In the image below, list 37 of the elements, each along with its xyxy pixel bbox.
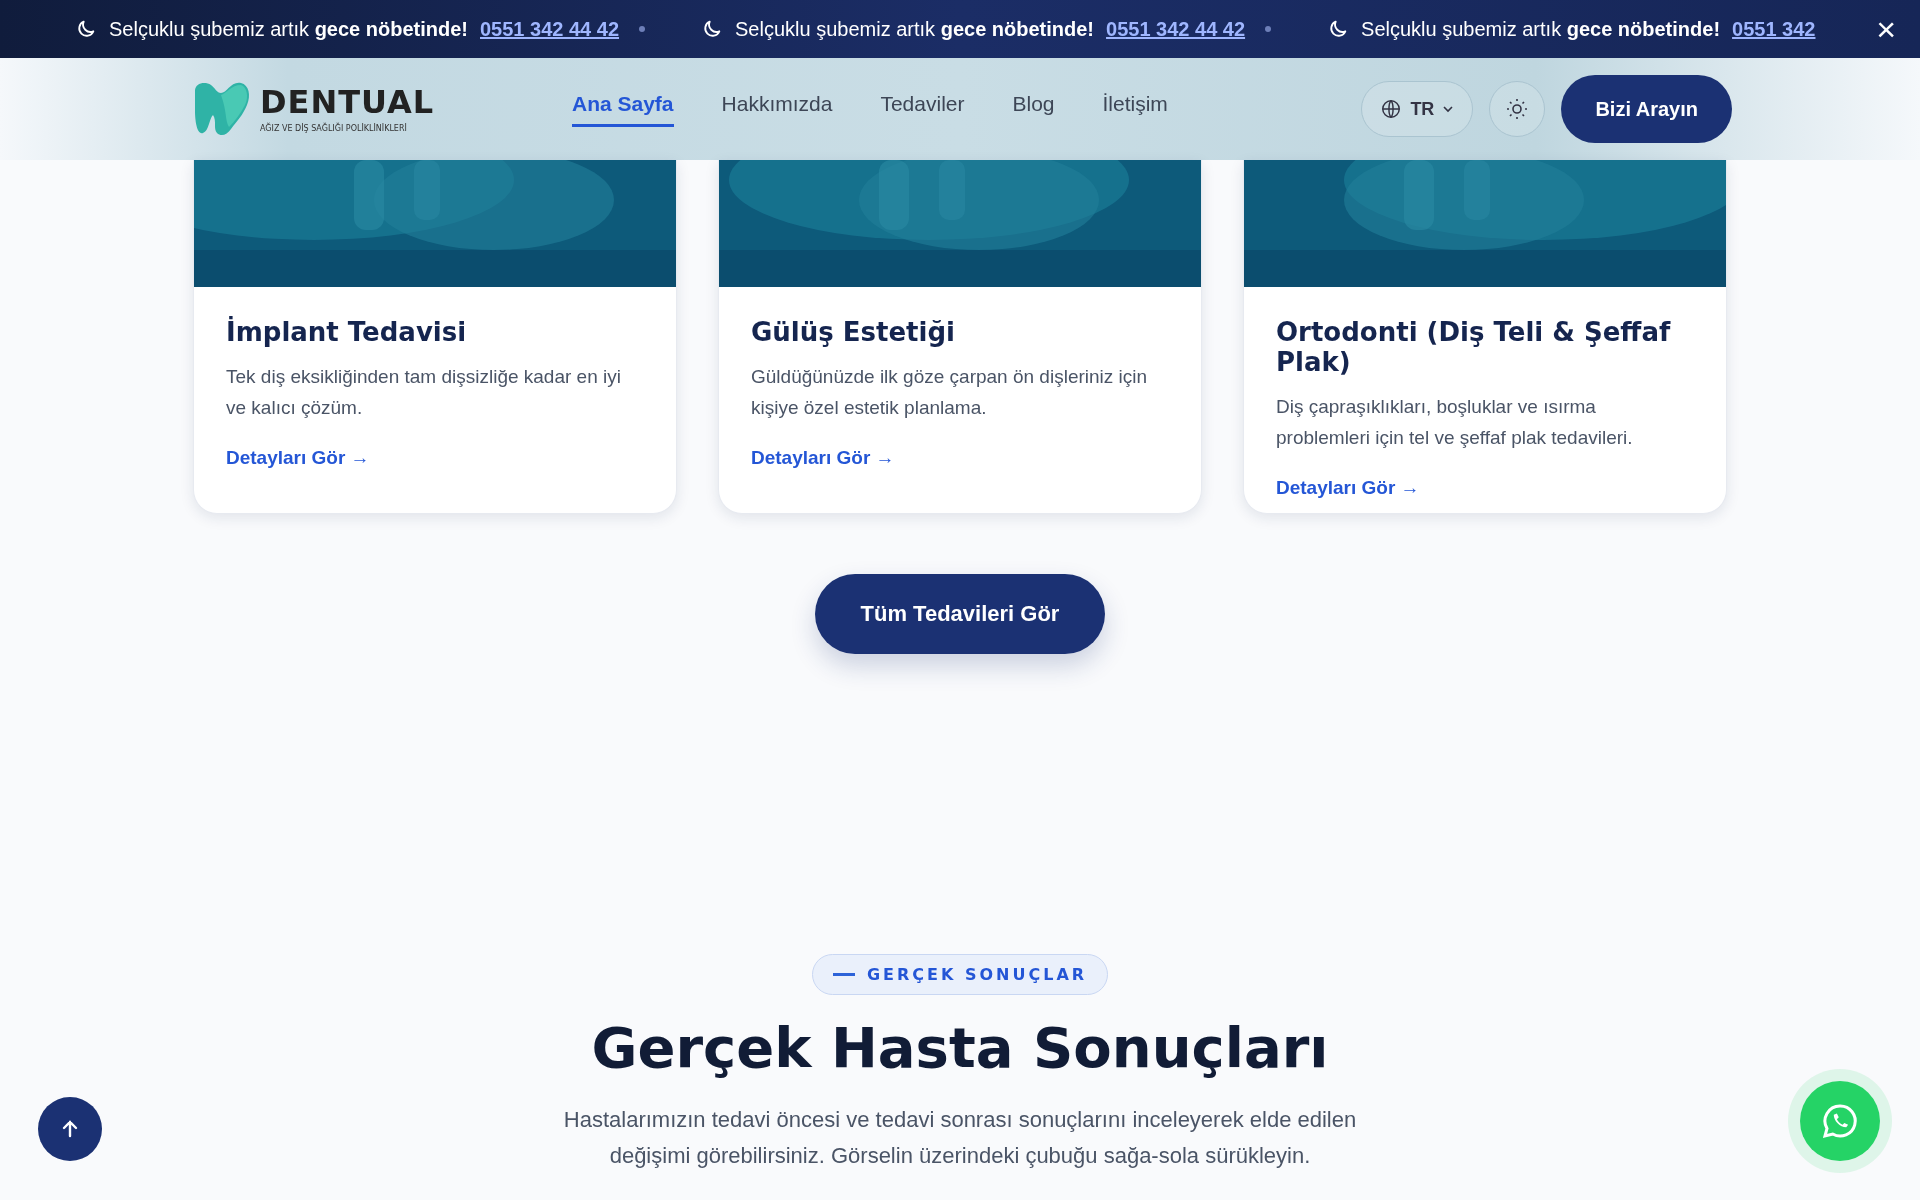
moon-icon — [75, 18, 97, 40]
section-title: Gerçek Hasta Sonuçları — [591, 1015, 1329, 1080]
nav-link[interactable]: Tedaviler — [880, 91, 965, 127]
card-description: Tek diş eksikliğinden tam dişsizliğe kadar en iyi ve kalıcı çözüm. — [226, 365, 622, 420]
card-title: İmplant Tedavisi — [226, 317, 468, 347]
announcement-text: Selçuklu şubemiz artık gece nöbetinde! — [1361, 17, 1721, 41]
separator-dot-icon — [639, 26, 646, 32]
nav-link[interactable]: İletişim — [1102, 91, 1168, 127]
globe-icon — [1380, 98, 1403, 120]
phone-link[interactable]: 0551 342 — [1732, 17, 1816, 41]
card-title: Gülüş Estetiği — [751, 317, 956, 347]
separator-dot-icon — [1265, 26, 1272, 32]
details-link[interactable]: Detayları Gör → — [751, 447, 895, 468]
phone-link[interactable]: 0551 342 44 42 — [480, 17, 620, 41]
logo-wordmark: DENTUAL — [260, 85, 435, 118]
chevron-down-icon — [1442, 103, 1455, 115]
card-description: Diş çapraşıklıkları, boşluklar ve ısırma problemleri için tel ve şeffaf plak tedavileri. — [1276, 395, 1634, 450]
sun-icon — [1505, 97, 1530, 121]
call-button[interactable]: Bizi Arayın — [1561, 75, 1732, 143]
card-description: Güldüğünüzde ilk göze çarpan ön dişleriniz için kişiye özel estetik planlama. — [751, 365, 1149, 420]
nav-link[interactable]: Ana Sayfa — [572, 91, 674, 127]
details-link[interactable]: Detayları Gör → — [226, 447, 370, 468]
all-treatments-button[interactable]: Tüm Tedavileri Gör — [814, 574, 1106, 654]
announcement-text: Selçuklu şubemiz artık gece nöbetinde! — [109, 17, 468, 41]
phone-link[interactable]: 0551 342 44 42 — [1106, 17, 1246, 41]
nav-link[interactable]: Hakkımızda — [721, 91, 833, 127]
dash-icon — [832, 973, 855, 976]
card-title: Ortodonti (Diş Teli & Şeffaf Plak) — [1276, 317, 1672, 377]
whatsapp-button[interactable] — [1800, 1081, 1880, 1161]
section-badge: GERÇEK SONUÇLAR — [811, 954, 1109, 995]
language-selector[interactable]: TR — [1361, 81, 1474, 137]
details-link[interactable]: Detayları Gör → — [1276, 477, 1420, 498]
nav-link[interactable]: Blog — [1012, 91, 1055, 127]
section-description: Hastalarımızın tedavi öncesi ve tedavi sonrası sonuçlarını inceleyerek elde edilen değişimi görebilirsiniz. Görselin üzerindeki çubuğu sağa-sola sürükleyin. — [562, 1106, 1358, 1170]
announcement-text: Selçuklu şubemiz artık gece nöbetinde! — [735, 17, 1095, 41]
logo-tagline: AĞIZ VE DİŞ SAĞLIĞI POLİKLİNİKLERİ — [260, 123, 408, 133]
close-button[interactable]: × — [1872, 12, 1900, 46]
